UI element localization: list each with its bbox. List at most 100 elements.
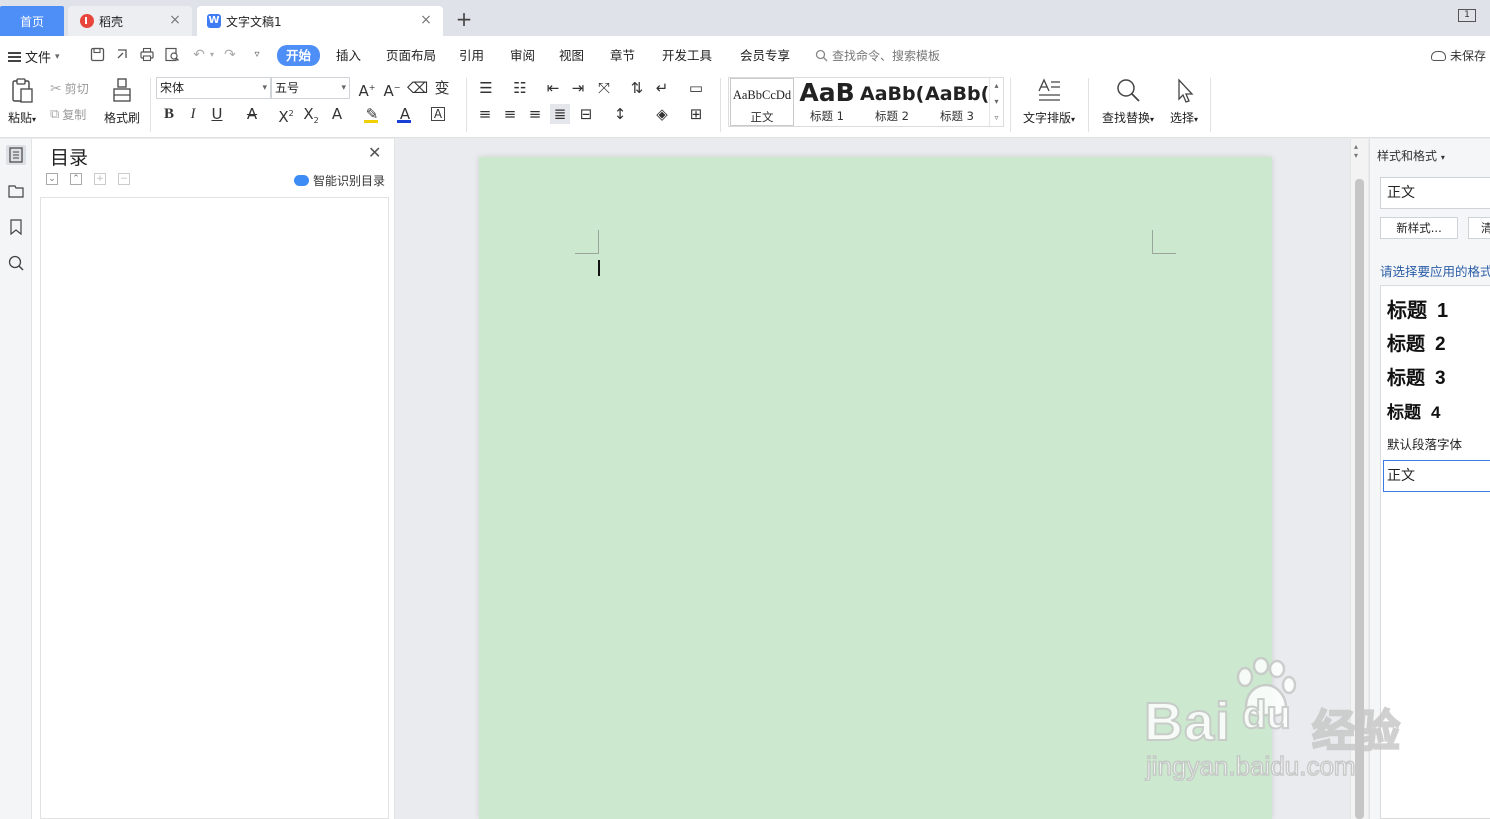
new-tab-button[interactable]: + — [454, 9, 474, 30]
borders-icon[interactable]: ⊞ — [686, 104, 706, 124]
tab-insert[interactable]: 插入 — [336, 46, 361, 66]
align-left-icon[interactable]: ≡ — [475, 104, 495, 124]
tab-page-layout[interactable]: 页面布局 — [386, 46, 436, 66]
font-name-select[interactable]: 宋体 — [156, 77, 271, 99]
align-center-icon[interactable]: ≡ — [500, 104, 520, 124]
expand-all-icon[interactable]: ⌄ — [46, 173, 58, 185]
toc-icon[interactable] — [6, 145, 26, 165]
save-status[interactable]: 未保存 — [1430, 47, 1486, 64]
chinese-layout-icon[interactable]: ⤧ — [594, 78, 614, 98]
copy-button[interactable]: ⧉ 复制 — [50, 106, 86, 123]
redo-icon[interactable]: ↷ — [222, 47, 238, 63]
collapse-all-icon[interactable]: ⌃ — [70, 173, 82, 185]
shrink-font-icon[interactable]: A− — [382, 78, 402, 100]
chevron-down-icon[interactable]: ▾ — [204, 47, 220, 63]
save-icon[interactable] — [89, 47, 105, 63]
style-normal[interactable]: AaBbCcDd 正文 — [730, 78, 794, 126]
clear-format-icon[interactable]: ⌫ — [407, 78, 428, 98]
style-item-heading-3[interactable]: 标题 3 — [1387, 363, 1446, 390]
paste-button[interactable]: 粘贴▾ — [4, 77, 40, 126]
style-heading-2[interactable]: AaBb( 标题 2 — [860, 78, 924, 126]
watermark-jingyan: 经验 — [1311, 706, 1401, 757]
tab-references[interactable]: 引用 — [459, 46, 484, 66]
clear-format-button[interactable]: 清 — [1468, 217, 1490, 239]
divider — [466, 78, 467, 132]
shading-icon[interactable]: ◈ — [652, 104, 672, 124]
tab-review[interactable]: 审阅 — [510, 46, 535, 66]
sort-icon[interactable]: ⇅ — [627, 78, 647, 98]
show-marks-icon[interactable]: ↵ — [652, 78, 672, 98]
style-item-default-font[interactable]: 默认段落字体 — [1387, 434, 1462, 453]
remove-level-icon[interactable]: − — [118, 173, 130, 185]
styles-panel-header[interactable]: 样式和格式 ▾ — [1377, 147, 1445, 164]
select-button[interactable]: 选择▾ — [1164, 77, 1204, 126]
increase-indent-icon[interactable]: ⇥ — [568, 78, 588, 98]
section-nav-icon[interactable] — [6, 181, 26, 201]
bullet-list-icon[interactable]: ☰ — [476, 78, 496, 98]
style-item-heading-1[interactable]: 标题 1 — [1387, 294, 1448, 323]
bookmark-icon[interactable] — [6, 217, 26, 237]
format-painter-button[interactable]: 格式刷 — [103, 77, 141, 126]
decrease-indent-icon[interactable]: ⇤ — [543, 78, 563, 98]
subscript-icon[interactable]: X2 — [301, 104, 321, 125]
tab-member[interactable]: 会员专享 — [740, 46, 790, 66]
style-item-heading-2[interactable]: 标题 2 — [1387, 329, 1446, 356]
scroll-up-icon[interactable]: ▴ ▾ — [1354, 142, 1358, 160]
command-search[interactable]: 查找命令、搜索模板 — [815, 47, 940, 64]
style-item-label: 标题 — [1387, 298, 1427, 322]
italic-icon[interactable]: I — [183, 104, 203, 124]
file-menu[interactable]: 文件 ▾ — [8, 47, 60, 66]
cut-button[interactable]: ✂ 剪切 — [50, 80, 89, 97]
phonetic-icon[interactable]: 变 — [432, 78, 452, 98]
text-effect-icon[interactable]: A — [327, 104, 347, 124]
superscript-icon[interactable]: X2 — [276, 104, 296, 126]
style-gallery-scroll[interactable]: ▴ ▾ ▿ — [989, 78, 1003, 126]
print-preview-icon[interactable] — [164, 47, 180, 63]
grow-font-icon[interactable]: A+ — [357, 78, 377, 100]
close-icon[interactable]: ✕ — [368, 143, 381, 162]
search-icon[interactable] — [6, 253, 26, 273]
smart-toc-button[interactable]: 智能识别目录 — [294, 172, 385, 189]
tab-daoke[interactable]: 稻壳 × — [68, 6, 192, 36]
underline-icon[interactable]: U — [207, 104, 227, 124]
strikethrough-icon[interactable]: A — [242, 104, 262, 124]
tab-document[interactable]: W 文字文稿1 × — [197, 6, 443, 36]
text-layout-button[interactable]: 文字排版▾ — [1018, 77, 1080, 126]
current-style-field[interactable]: 正文 — [1380, 177, 1490, 209]
window-switch-icon[interactable]: 1 — [1458, 9, 1476, 22]
quick-access-more-icon[interactable]: ▿ — [249, 47, 265, 63]
style-item-normal[interactable]: 正文 — [1383, 460, 1490, 492]
tab-developer[interactable]: 开发工具 — [662, 46, 712, 66]
close-icon[interactable]: × — [168, 13, 182, 27]
close-icon[interactable]: × — [419, 13, 433, 27]
style-item-heading-4[interactable]: 标题 4 — [1387, 398, 1440, 423]
ribbon: 粘贴▾ ✂剪切 ⧉复制 格式刷 宋体 五号 A+ A− ⌫ 变 B I U A … — [0, 74, 1490, 138]
tab-view[interactable]: 视图 — [559, 46, 584, 66]
add-level-icon[interactable]: + — [94, 173, 106, 185]
numbered-list-icon[interactable]: ☷ — [510, 78, 530, 98]
new-style-button[interactable]: 新样式... — [1380, 217, 1458, 239]
char-border-icon[interactable]: A — [431, 107, 445, 121]
cursor-icon — [1178, 78, 1194, 103]
style-heading-1-preview: AaB — [799, 78, 855, 107]
align-right-icon[interactable]: ≡ — [525, 104, 545, 124]
line-spacing-icon[interactable]: ↕ — [610, 104, 630, 124]
text-layout-label: 文字排版 — [1022, 111, 1071, 125]
output-icon[interactable] — [114, 47, 130, 63]
tab-start[interactable]: 开始 — [277, 45, 321, 66]
tab-home[interactable]: 首页 — [0, 6, 64, 36]
font-size-select[interactable]: 五号 — [271, 77, 350, 99]
daoke-icon — [80, 14, 94, 28]
style-heading-3[interactable]: AaBb( 标题 3 — [925, 78, 989, 126]
highlight-icon[interactable]: ✎ — [362, 104, 382, 124]
justify-icon[interactable]: ≣ — [550, 104, 570, 124]
ruler-icon[interactable]: ▭ — [686, 78, 706, 98]
toc-list[interactable] — [40, 197, 389, 819]
print-icon[interactable] — [139, 47, 155, 63]
bold-icon[interactable]: B — [159, 104, 179, 124]
distribute-icon[interactable]: ⊟ — [576, 104, 596, 124]
tab-chapter[interactable]: 章节 — [610, 46, 635, 66]
font-color-icon[interactable]: A — [395, 104, 415, 124]
style-heading-1[interactable]: AaB 标题 1 — [796, 78, 858, 126]
find-replace-button[interactable]: 查找替换▾ — [1097, 77, 1159, 126]
